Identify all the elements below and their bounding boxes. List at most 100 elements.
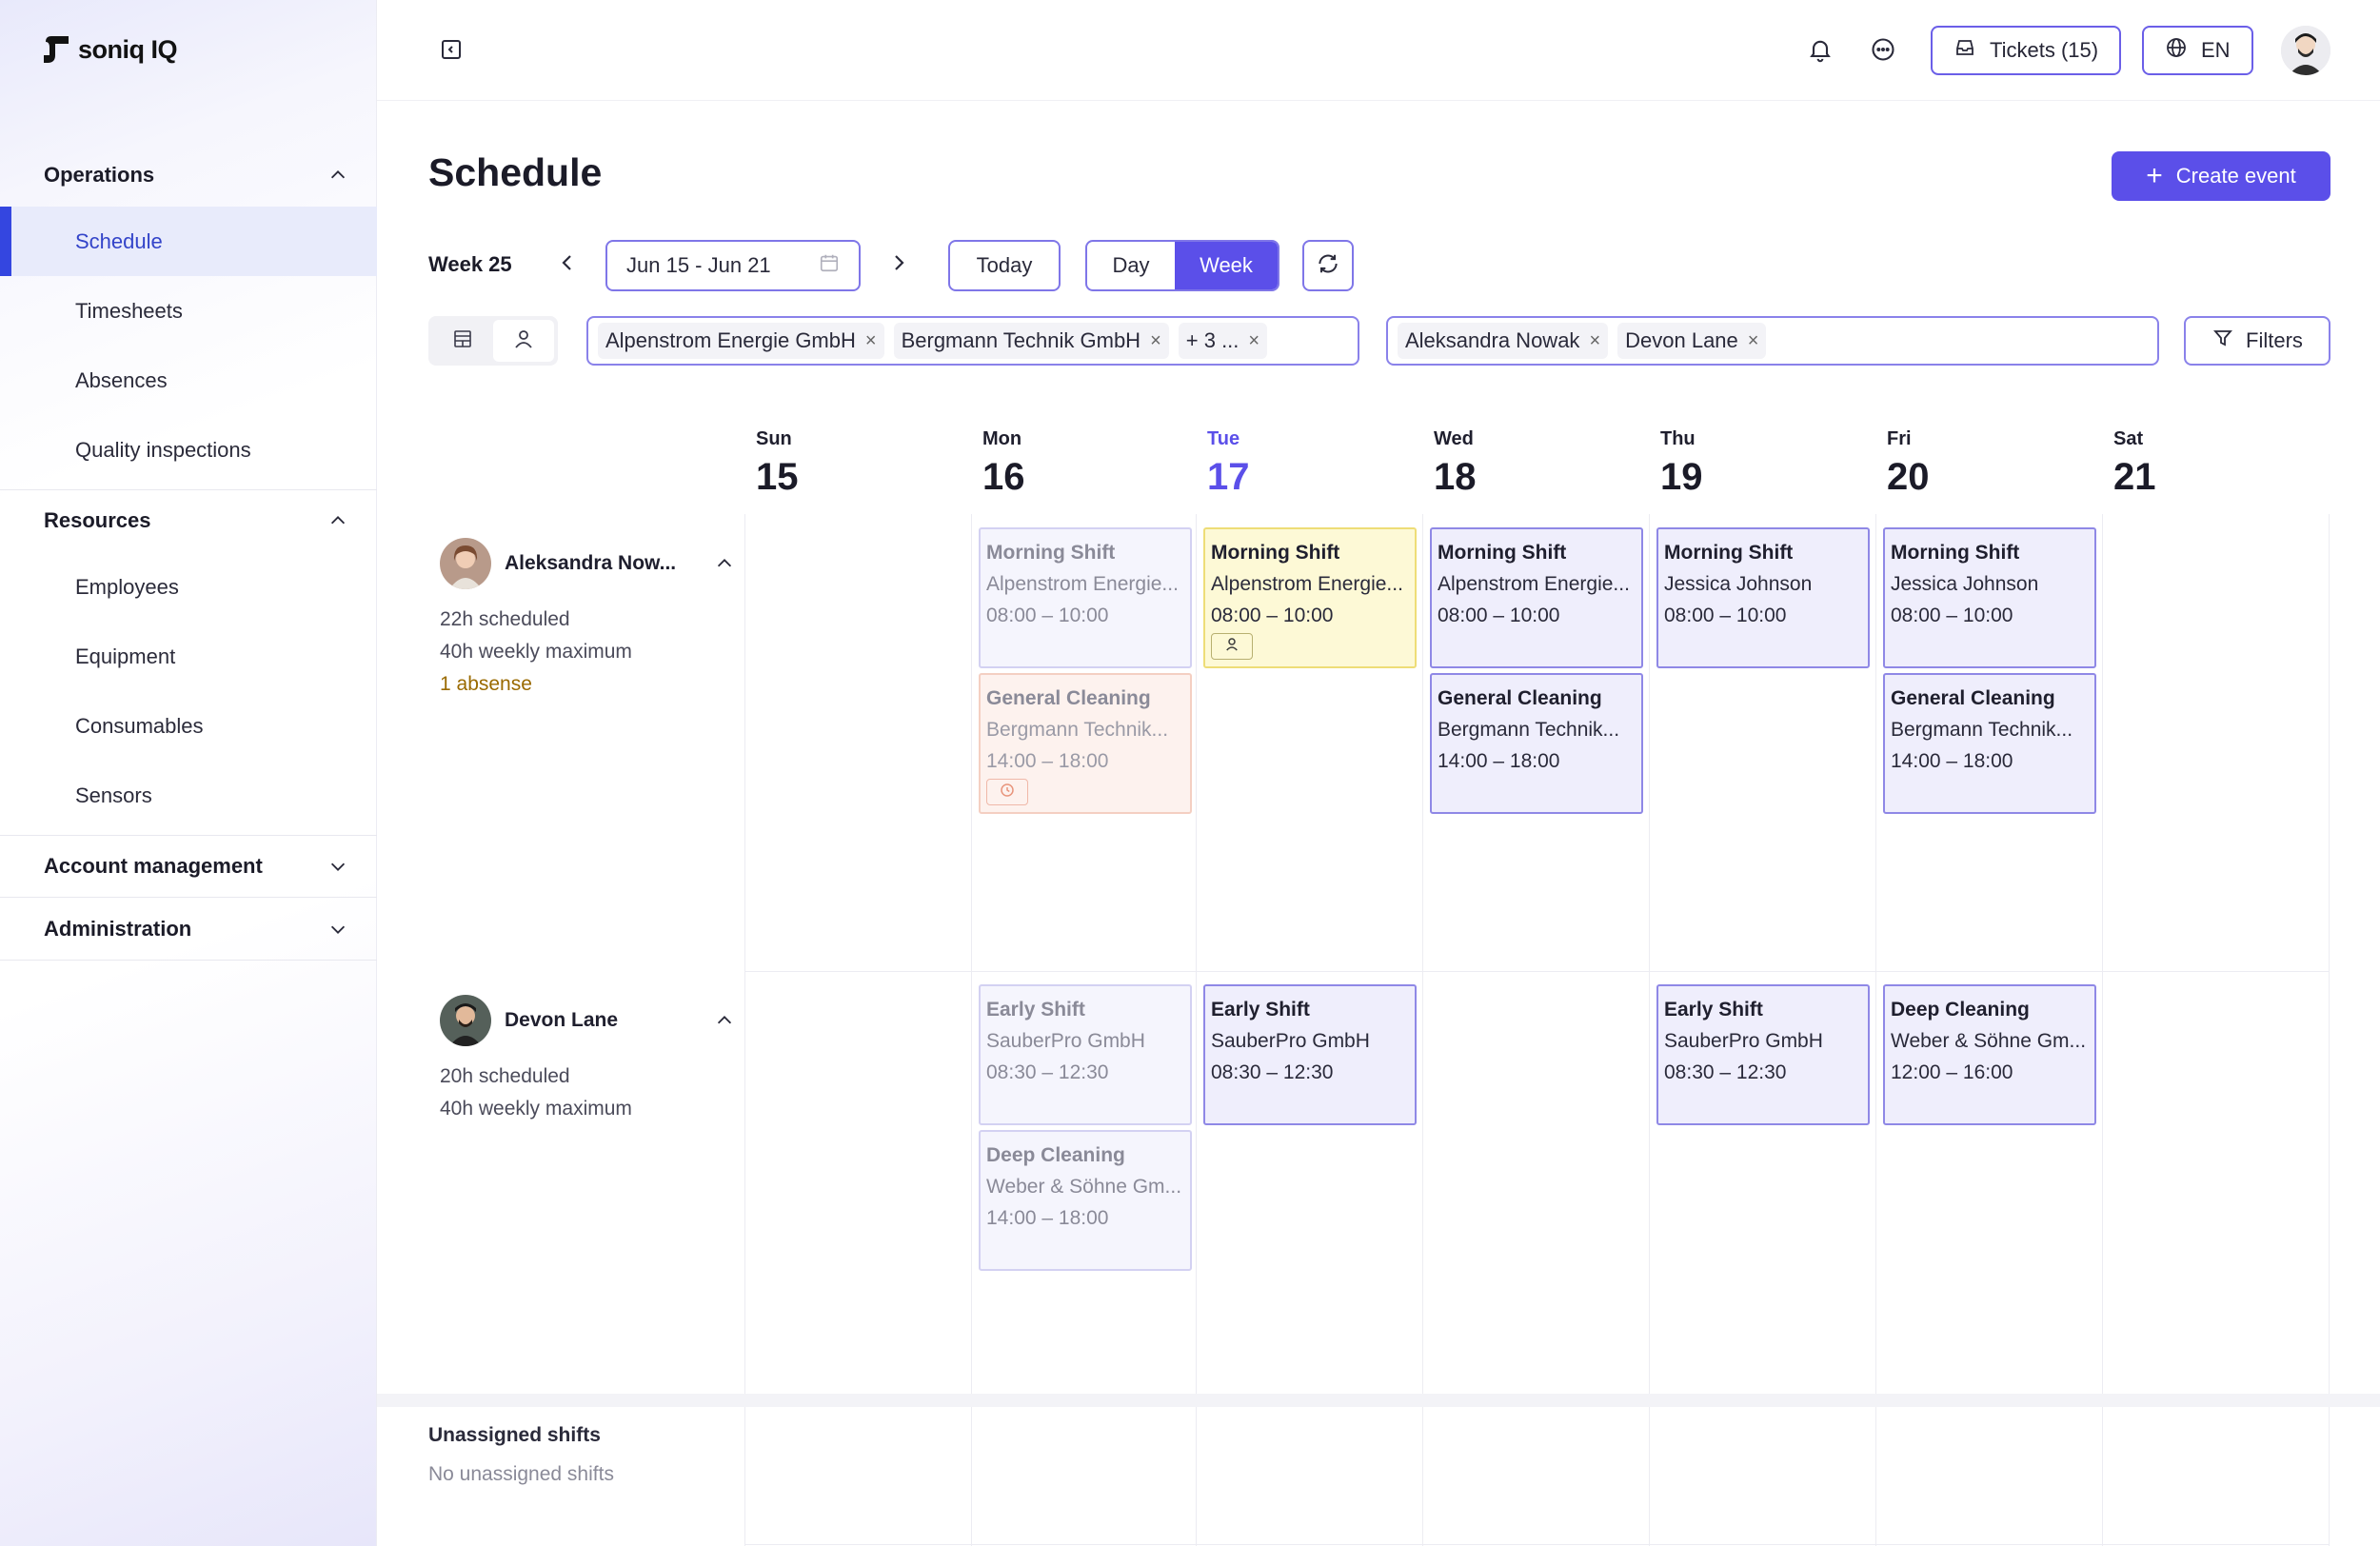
chevron-down-icon[interactable]: [327, 856, 348, 877]
employee-filter[interactable]: Aleksandra Nowak × Devon Lane ×: [1386, 316, 2159, 366]
nav-section-header-operations[interactable]: Operations: [0, 144, 377, 207]
employee-weekly-maximum: 40h weekly maximum: [440, 1098, 632, 1120]
today-button[interactable]: Today: [948, 240, 1061, 291]
employee-scheduled-hours: 22h scheduled: [440, 608, 570, 630]
sidebar-item-quality-inspections[interactable]: Quality inspections: [0, 415, 377, 485]
prev-week-icon[interactable]: [556, 251, 579, 274]
close-icon[interactable]: ×: [1150, 330, 1161, 352]
day-name: Sat: [2113, 428, 2144, 449]
employee-chip[interactable]: Devon Lane ×: [1617, 323, 1767, 359]
chevron-down-icon[interactable]: [327, 919, 348, 940]
sidebar-item-employees[interactable]: Employees: [0, 552, 377, 622]
sidebar-item-absences[interactable]: Absences: [0, 346, 377, 415]
day-column-divider: [1875, 514, 1876, 1546]
client-chip[interactable]: Alpenstrom Energie GmbH ×: [598, 323, 884, 359]
shift-event[interactable]: General Cleaning Bergmann Technik... 14:00…: [979, 673, 1192, 814]
day-header-fri[interactable]: Fri 20: [1887, 428, 1930, 499]
sidebar-item-schedule[interactable]: Schedule: [0, 207, 377, 276]
day-header-thu[interactable]: Thu 19: [1660, 428, 1703, 499]
chevron-up-icon[interactable]: [714, 553, 735, 574]
day-header-sun[interactable]: Sun 15: [756, 428, 799, 499]
shift-client: SauberPro GmbH: [1664, 1030, 1823, 1052]
close-icon[interactable]: ×: [865, 330, 877, 352]
day-date: 16: [982, 456, 1025, 498]
day-header-wed[interactable]: Wed 18: [1434, 428, 1477, 499]
shift-event[interactable]: Deep Cleaning Weber & Söhne Gm... 14:00 – …: [979, 1130, 1192, 1271]
group-by-client-button[interactable]: [432, 320, 493, 362]
client-chip[interactable]: Bergmann Technik GmbH ×: [893, 323, 1169, 359]
sidebar-item-consumables[interactable]: Consumables: [0, 691, 377, 761]
shift-event[interactable]: Morning Shift Jessica Johnson 08:00 – 10:0…: [1656, 527, 1870, 668]
day-date: 15: [756, 456, 799, 498]
nav-section-administration: Administration: [0, 898, 377, 961]
tickets-button[interactable]: Tickets (15): [1931, 26, 2122, 75]
view-day-button[interactable]: Day: [1087, 242, 1175, 289]
client-chip-label: + 3 ...: [1185, 328, 1240, 352]
shift-title: Early Shift: [1664, 999, 1763, 1021]
shift-client: Bergmann Technik...: [1438, 719, 1620, 741]
user-avatar[interactable]: [2281, 26, 2330, 75]
shift-event[interactable]: General Cleaning Bergmann Technik... 14:00…: [1430, 673, 1643, 814]
close-icon[interactable]: ×: [1248, 330, 1259, 352]
employee-name: Devon Lane: [505, 1009, 619, 1031]
employee-header[interactable]: Devon Lane: [440, 994, 735, 1047]
close-icon[interactable]: ×: [1589, 330, 1600, 352]
chevron-up-icon[interactable]: [714, 1010, 735, 1031]
employee-chip[interactable]: Aleksandra Nowak ×: [1398, 323, 1609, 359]
shift-title: Morning Shift: [1438, 542, 1567, 564]
collapse-sidebar-icon[interactable]: [440, 38, 463, 61]
sidebar-item-sensors[interactable]: Sensors: [0, 761, 377, 830]
day-header-tue[interactable]: Tue 17: [1207, 428, 1250, 499]
date-range-picker[interactable]: Jun 15 - Jun 21: [605, 240, 861, 291]
shift-client: Alpenstrom Energie...: [986, 573, 1179, 595]
employee-avatar: [440, 995, 491, 1046]
employee-avatar: [440, 538, 491, 589]
shift-event[interactable]: Morning Shift Alpenstrom Energie... 08:00 …: [1430, 527, 1643, 668]
day-header-sat[interactable]: Sat 21: [2113, 428, 2156, 499]
shift-event[interactable]: Morning Shift Jessica Johnson 08:00 – 10:0…: [1883, 527, 2096, 668]
day-column-divider: [971, 514, 972, 1546]
user-icon: [512, 327, 535, 355]
group-by-employee-button[interactable]: [493, 320, 554, 362]
shift-event[interactable]: Morning Shift Alpenstrom Energie... 08:00 …: [1203, 527, 1417, 668]
brand-logo[interactable]: soniq IQ: [42, 34, 178, 65]
shift-title: Deep Cleaning: [986, 1144, 1125, 1166]
nav-section-header-administration[interactable]: Administration: [0, 898, 377, 961]
view-week-button[interactable]: Week: [1175, 242, 1278, 289]
inbox-icon: [1954, 36, 1976, 65]
chevron-up-icon[interactable]: [327, 165, 348, 186]
shift-event[interactable]: Early Shift SauberPro GmbH 08:30 – 12:30: [979, 984, 1192, 1125]
shift-title: Morning Shift: [1211, 542, 1340, 564]
create-event-button[interactable]: + Create event: [2112, 151, 2330, 201]
shift-event[interactable]: Early Shift SauberPro GmbH 08:30 – 12:30: [1203, 984, 1417, 1125]
shift-event[interactable]: Morning Shift Alpenstrom Energie... 08:00 …: [979, 527, 1192, 668]
nav-section-header-resources[interactable]: Resources: [0, 489, 377, 552]
chevron-up-icon[interactable]: [327, 510, 348, 531]
shift-title: General Cleaning: [986, 687, 1151, 709]
shift-event[interactable]: General Cleaning Bergmann Technik... 14:00…: [1883, 673, 2096, 814]
shift-time: 08:00 – 10:00: [1438, 605, 1560, 626]
day-date: 17: [1207, 456, 1250, 498]
clock-icon: [999, 777, 1016, 808]
shift-event[interactable]: Early Shift SauberPro GmbH 08:30 – 12:30: [1656, 984, 1870, 1125]
shift-event[interactable]: Deep Cleaning Weber & Söhne Gm... 12:00 – …: [1883, 984, 2096, 1125]
employee-chip-label: Devon Lane: [1625, 328, 1738, 352]
building-icon: [451, 327, 474, 355]
create-event-label: Create event: [2175, 164, 2296, 188]
nav-section-header-account-management[interactable]: Account management: [0, 835, 377, 898]
employee-header[interactable]: Aleksandra Now...: [440, 537, 735, 590]
client-chip[interactable]: + 3 ... ×: [1178, 323, 1268, 359]
next-week-icon[interactable]: [887, 251, 910, 274]
employee-absence-count[interactable]: 1 absense: [440, 668, 735, 701]
bell-icon[interactable]: [1807, 36, 1834, 63]
filters-button[interactable]: Filters: [2184, 316, 2330, 366]
refresh-button[interactable]: [1302, 240, 1354, 291]
day-name: Wed: [1434, 428, 1474, 449]
day-header-mon[interactable]: Mon 16: [982, 428, 1025, 499]
close-icon[interactable]: ×: [1748, 330, 1759, 352]
sidebar-item-timesheets[interactable]: Timesheets: [0, 276, 377, 346]
client-filter[interactable]: Alpenstrom Energie GmbH × Bergmann Technik…: [586, 316, 1359, 366]
sidebar-item-equipment[interactable]: Equipment: [0, 622, 377, 691]
chat-icon[interactable]: [1870, 36, 1896, 63]
language-button[interactable]: EN: [2142, 26, 2253, 75]
